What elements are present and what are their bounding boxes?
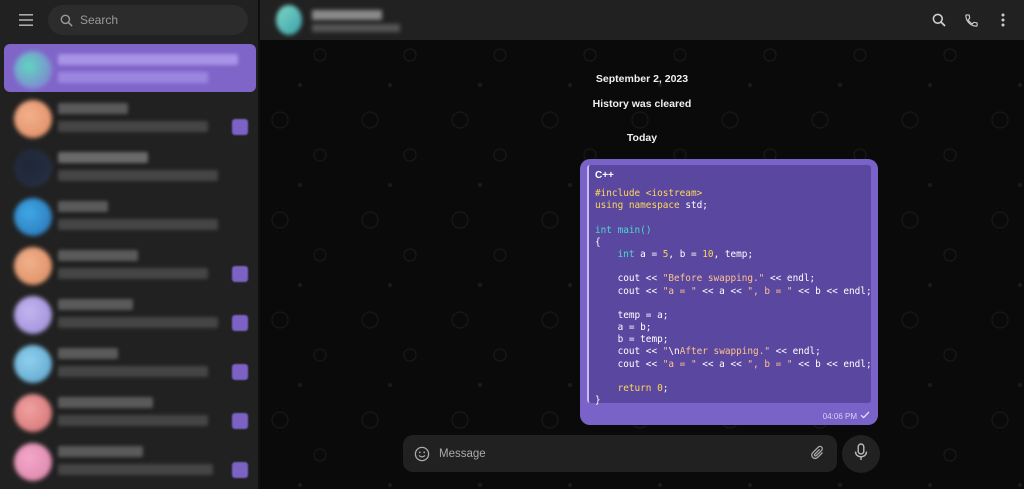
code-line: { [595,236,601,248]
unread-badge [232,462,248,478]
message-composer [403,435,837,472]
unread-badge [232,119,248,135]
chat-preview [58,72,208,83]
code-line: cout << "a = " << a << ", b = " << b << … [595,358,872,370]
chat-list [4,44,256,485]
code-line: cout << "a = " << a << ", b = " << b << … [595,285,872,297]
avatar [14,345,52,383]
chat-status [312,24,400,32]
code-line: int main() [595,224,652,236]
date-separator: September 2, 2023 [595,73,689,85]
unread-badge [232,364,248,380]
avatar [14,296,52,334]
paperclip-icon[interactable] [809,444,827,462]
sidebar-header [0,0,258,40]
unread-badge [232,315,248,331]
code-line: using namespace std; [595,200,708,212]
message-meta: 04:06 PM [823,411,870,421]
emoji-icon[interactable] [413,445,431,463]
code-line: temp = a; [595,309,669,321]
chat-preview [58,121,208,132]
search-box[interactable] [48,5,248,35]
chat-list-item[interactable] [4,338,256,387]
chat-list-item[interactable] [4,436,256,485]
more-vertical-icon[interactable] [994,11,1012,29]
sidebar [0,0,259,489]
code-line: #include <iostream> [595,188,703,199]
code-line: int a = 5, b = 10, temp; [617,248,754,260]
chat-list-item[interactable] [4,387,256,436]
chat-area: September 2, 2023 History was cleared To… [260,0,1024,489]
chat-list-item[interactable] [4,142,256,191]
avatar [14,149,52,187]
hamburger-menu-icon[interactable] [16,10,36,30]
chat-name [58,397,153,408]
date-separator-today: Today [626,132,658,144]
chat-list-item[interactable] [4,191,256,240]
search-icon[interactable] [930,11,948,29]
avatar[interactable] [276,5,302,35]
message-input[interactable] [439,447,799,460]
code-block[interactable]: C++ #include <iostream> using namespace s… [587,165,872,406]
chat-list-item[interactable] [4,240,256,289]
avatar [14,443,52,481]
code-line: } [595,395,601,407]
search-icon [58,12,74,28]
code-line: b = temp; [595,334,669,346]
avatar [14,394,52,432]
microphone-icon [854,442,868,466]
phone-icon[interactable] [962,11,980,29]
avatar [14,51,52,89]
unread-badge [232,413,248,429]
search-input[interactable] [80,13,230,27]
chat-name [58,103,128,114]
code-content: #include <iostream> using namespace std; i… [595,188,872,407]
microphone-button[interactable] [842,435,880,473]
chat-name [58,152,148,163]
chat-preview [58,268,208,279]
avatar [14,198,52,236]
chat-preview [58,170,218,181]
chat-name [58,250,138,261]
chat-name [58,446,143,457]
chat-name [58,201,108,212]
avatar [14,100,52,138]
message-bubble[interactable]: C++ #include <iostream> using namespace s… [580,159,878,425]
chat-preview [58,366,208,377]
chat-list-item[interactable] [4,289,256,338]
chat-name [58,348,118,359]
chat-preview [58,415,208,426]
chat-preview [58,219,218,230]
chat-name [58,299,133,310]
code-line: cout << "Before swapping." << endl; [595,273,816,285]
chat-preview [58,464,213,475]
chat-preview [58,317,218,328]
unread-badge [232,266,248,282]
service-message: History was cleared [592,98,692,110]
message-time: 04:06 PM [822,411,857,421]
chat-list-item[interactable] [4,44,256,92]
single-check-icon [860,411,870,421]
code-line: cout << "\nAfter swapping." << endl; [595,346,821,358]
chat-name [58,54,238,65]
chat-header[interactable] [260,0,1024,40]
avatar [14,247,52,285]
chat-title [312,10,382,20]
code-language-label: C++ [595,170,614,181]
header-actions [930,0,1012,40]
code-line: return 0; [617,383,669,394]
code-line: a = b; [595,322,652,334]
chat-list-item[interactable] [4,93,256,142]
